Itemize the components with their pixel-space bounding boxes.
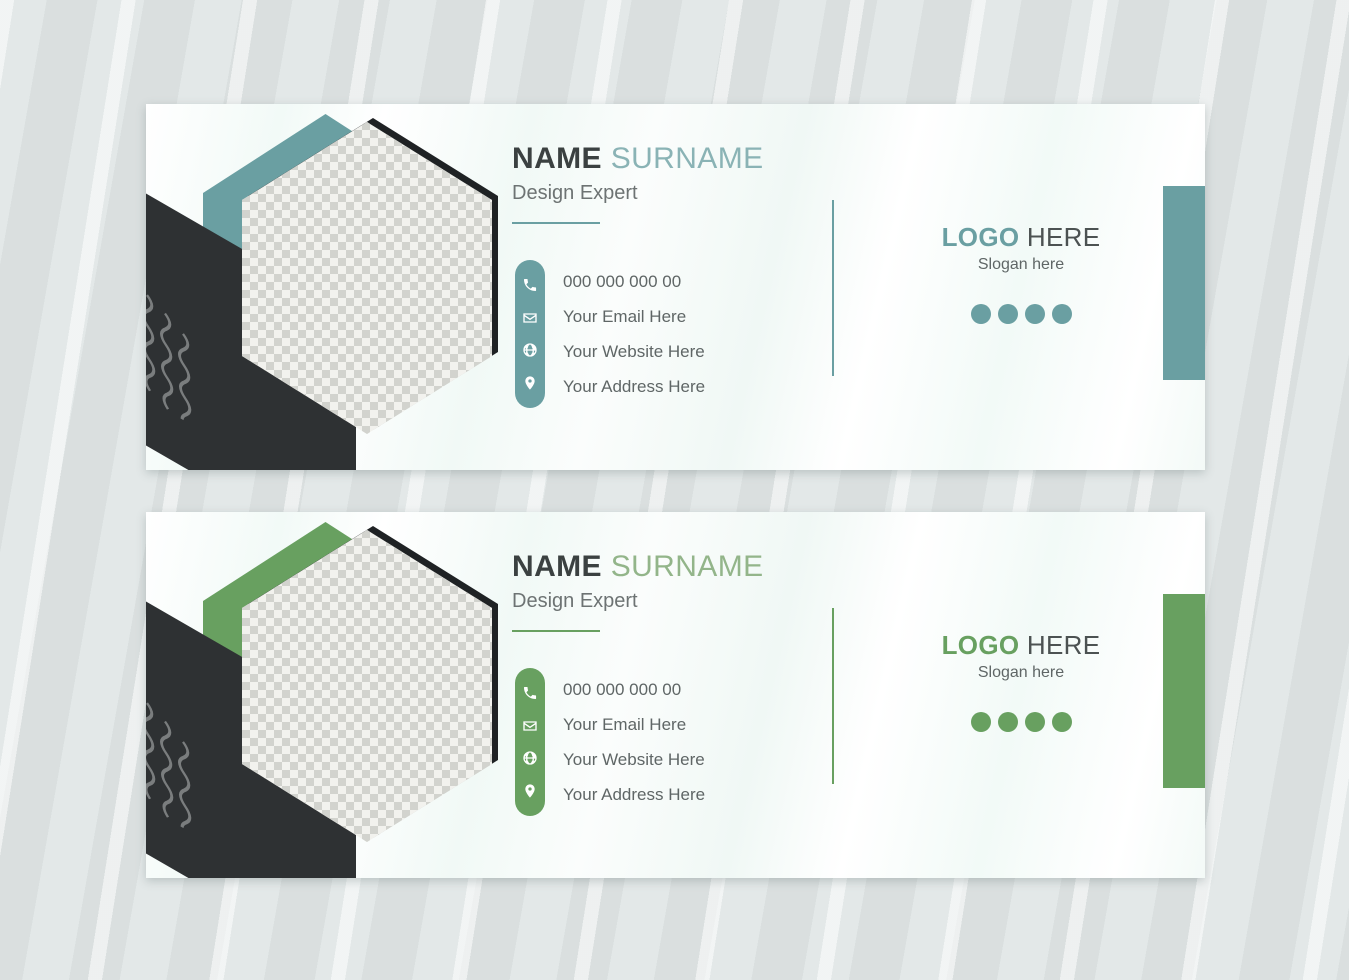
job-title-green: Design Expert (512, 590, 638, 612)
here-word-teal: HERE (1026, 222, 1101, 252)
first-name-teal: NAME (512, 142, 602, 175)
identity-block-green: NAME SURNAME Design Expert (512, 550, 842, 632)
here-word-green: HERE (1026, 630, 1101, 660)
social-dots-green (886, 712, 1156, 732)
card-surface-green: NAME SURNAME Design Expert 000 000 000 0… (146, 512, 1205, 878)
social-dot[interactable] (1051, 304, 1072, 324)
logo-word-green: LOGO (941, 630, 1020, 660)
website-url-green[interactable]: Your Website Here (563, 751, 705, 768)
right-accent-bar-teal (1163, 186, 1205, 380)
location-pin-icon (522, 783, 538, 799)
logo-block-green: LOGO HERE Slogan here (886, 630, 1156, 732)
right-accent-bar-green (1163, 594, 1205, 788)
last-name-teal: SURNAME (610, 142, 764, 175)
title-underline-teal (512, 222, 600, 224)
social-dot[interactable] (1051, 712, 1072, 732)
social-dot[interactable] (1024, 712, 1045, 732)
full-name-green: NAME SURNAME (512, 550, 842, 584)
hexagon-graphic-green (146, 512, 498, 878)
vertical-divider-teal (832, 200, 834, 376)
first-name-green: NAME (512, 550, 602, 583)
contact-icon-pill-teal (515, 260, 545, 408)
social-dot[interactable] (970, 712, 991, 732)
website-url-teal[interactable]: Your Website Here (563, 343, 705, 360)
zigzag-decoration-green (146, 702, 192, 839)
contact-block-green: 000 000 000 00 Your Email Here Your Webs… (515, 668, 705, 816)
social-dot[interactable] (997, 712, 1018, 732)
contact-text-list-green: 000 000 000 00 Your Email Here Your Webs… (563, 668, 705, 816)
phone-icon (522, 277, 538, 293)
social-dot[interactable] (1024, 304, 1045, 324)
slogan-green: Slogan here (977, 664, 1065, 681)
location-pin-icon (522, 375, 538, 391)
phone-number-green[interactable]: 000 000 000 00 (563, 681, 705, 698)
contact-text-list-teal: 000 000 000 00 Your Email Here Your Webs… (563, 260, 705, 408)
social-dot[interactable] (970, 304, 991, 324)
email-signature-card-green[interactable]: NAME SURNAME Design Expert 000 000 000 0… (146, 512, 1205, 878)
card-surface-teal: NAME SURNAME Design Expert 000 000 000 0… (146, 104, 1205, 470)
identity-block-teal: NAME SURNAME Design Expert (512, 142, 842, 224)
contact-icon-pill-green (515, 668, 545, 816)
envelope-icon (522, 718, 538, 734)
slogan-teal: Slogan here (977, 256, 1065, 273)
logo-title-green: LOGO HERE (886, 630, 1156, 661)
job-title-teal: Design Expert (512, 182, 638, 204)
globe-icon (522, 342, 538, 358)
envelope-icon (522, 310, 538, 326)
email-signature-card-teal[interactable]: NAME SURNAME Design Expert 000 000 000 0… (146, 104, 1205, 470)
zigzag-decoration-teal (146, 294, 192, 431)
social-dot[interactable] (997, 304, 1018, 324)
contact-block-teal: 000 000 000 00 Your Email Here Your Webs… (515, 260, 705, 408)
phone-icon (522, 685, 538, 701)
globe-icon (522, 750, 538, 766)
phone-number-teal[interactable]: 000 000 000 00 (563, 273, 705, 290)
email-address-green[interactable]: Your Email Here (563, 716, 705, 733)
last-name-green: SURNAME (610, 550, 764, 583)
full-name-teal: NAME SURNAME (512, 142, 842, 176)
street-address-teal[interactable]: Your Address Here (563, 378, 705, 395)
street-address-green[interactable]: Your Address Here (563, 786, 705, 803)
logo-word-teal: LOGO (941, 222, 1020, 252)
social-dots-teal (886, 304, 1156, 324)
hexagon-graphic-teal (146, 104, 498, 470)
logo-title-teal: LOGO HERE (886, 222, 1156, 253)
logo-block-teal: LOGO HERE Slogan here (886, 222, 1156, 324)
title-underline-green (512, 630, 600, 632)
email-address-teal[interactable]: Your Email Here (563, 308, 705, 325)
vertical-divider-green (832, 608, 834, 784)
